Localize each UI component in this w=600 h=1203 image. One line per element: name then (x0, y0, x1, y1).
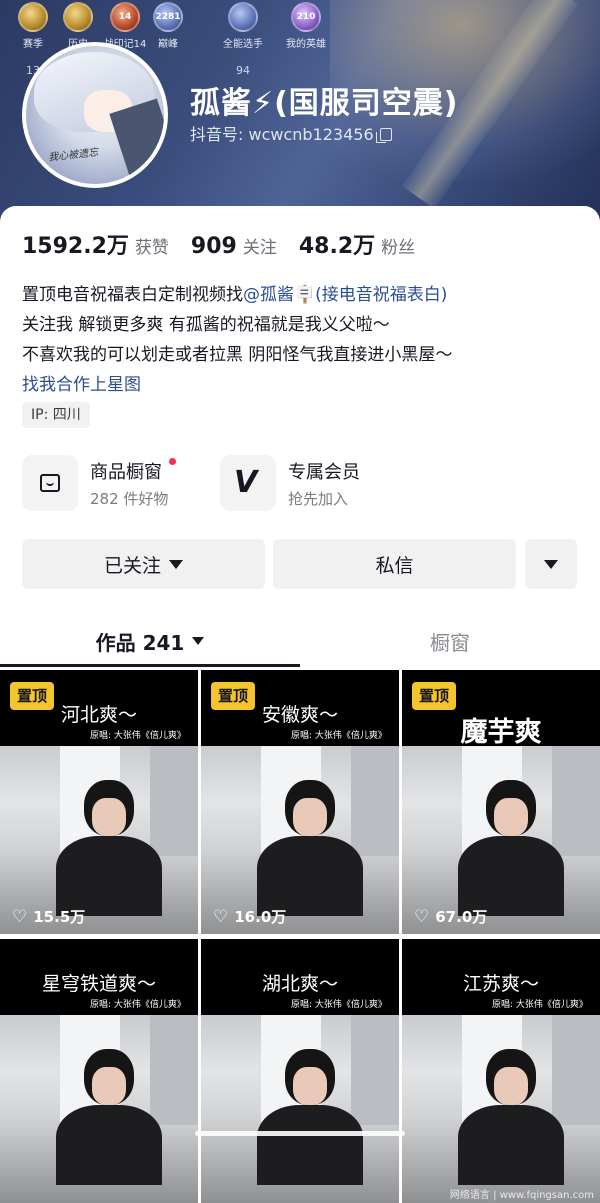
video-tile[interactable]: 江苏爽～ 原唱: 大张伟《倍儿爽》 网络语言 | www.fqingsan.co… (402, 939, 600, 1203)
rank-badge-icon (63, 2, 93, 32)
video-likes: ♡ 15.5万 (12, 906, 86, 927)
video-title: 魔芋爽 (460, 717, 542, 748)
avatar-signature: 我心被遗忘 (47, 147, 99, 164)
video-source: 原唱: 大张伟《倍儿爽》 (291, 1000, 387, 1010)
rank-badge-icon: 2281 (153, 2, 183, 32)
following-label: 已关注 (103, 554, 161, 577)
video-tile[interactable]: 置顶 河北爽～ 原唱: 大张伟《倍儿爽》 ♡ 15.5万 (0, 670, 198, 934)
home-indicator[interactable] (195, 1131, 405, 1136)
stat-label: 粉丝 (381, 238, 416, 258)
following-button[interactable]: 已关注 (22, 539, 265, 589)
video-title: 江苏爽～ (462, 973, 539, 995)
site-watermark: 网络语言 | www.fqingsan.com (449, 1190, 594, 1201)
stat-likes[interactable]: 1592.2万 获赞 (22, 228, 169, 260)
bio-line-2: 关注我 解锁更多爽 有孤酱的祝福就是我义父啦～ (22, 315, 390, 335)
membership-title: 专属会员 (288, 461, 360, 483)
stat-value: 1592.2万 (22, 234, 129, 259)
stat-label: 关注 (242, 238, 277, 258)
caret-down-icon (544, 559, 558, 569)
pinned-badge: 置顶 (412, 682, 457, 710)
video-title: 星穹铁道爽～ (41, 973, 156, 995)
rank-label: 我的英雄 (286, 39, 326, 50)
video-source: 原唱: 大张伟《倍儿爽》 (90, 731, 186, 741)
membership-entry[interactable]: V 专属会员 抢先加入 (220, 454, 360, 512)
video-tile[interactable]: 置顶 魔芋爽 ♡ 67.0万 (402, 670, 600, 934)
message-label: 私信 (375, 554, 414, 577)
profile-bio: 置顶电音祝福表白定制视频找@孤酱🪧(接电音祝福表白) 关注我 解锁更多爽 有孤酱… (22, 280, 582, 400)
shop-window-entry[interactable]: 商品橱窗 282 件好物 (22, 454, 177, 512)
message-button[interactable]: 私信 (273, 539, 516, 589)
video-title: 湖北爽～ (261, 973, 338, 995)
stat-followers[interactable]: 48.2万 粉丝 (299, 228, 415, 260)
avatar-coat (109, 98, 164, 184)
rank-badge-icon: 14 (110, 2, 140, 32)
video-tile[interactable]: 湖北爽～ 原唱: 大张伟《倍儿爽》 (201, 939, 399, 1203)
ip-location-tag: IP: 四川 (22, 402, 90, 428)
rank-label: 全能选手 (223, 39, 263, 50)
profile-stats: 1592.2万 获赞 909 关注 48.2万 粉丝 (22, 228, 437, 260)
caret-down-icon (192, 637, 205, 645)
membership-subtitle: 抢先加入 (288, 489, 349, 508)
notification-dot-icon (169, 457, 177, 465)
stat-value: 909 (190, 234, 237, 259)
bio-star-map-link[interactable]: 找我合作上星图 (22, 370, 582, 400)
video-title: 河北爽～ (60, 704, 137, 726)
video-tile[interactable]: 置顶 安徽爽～ 原唱: 大张伟《倍儿爽》 ♡ 16.0万 (201, 670, 399, 934)
rank-num: 94 (236, 64, 250, 77)
tab-shop-label: 橱窗 (430, 630, 470, 655)
shop-window-title: 商品橱窗 (90, 457, 177, 484)
caret-down-icon (169, 559, 183, 569)
rank-item-allround[interactable]: 全能选手 94 (213, 2, 273, 77)
tab-shop-window[interactable]: 橱窗 (300, 616, 600, 666)
bio-text: 置顶电音祝福表白定制视频找 (22, 285, 243, 305)
rank-item-peak[interactable]: 2281 巅峰 (138, 2, 198, 50)
video-tile[interactable]: 星穹铁道爽～ 原唱: 大张伟《倍儿爽》 (0, 939, 198, 1203)
copy-icon[interactable] (375, 128, 392, 143)
heart-icon: ♡ (414, 906, 430, 927)
rank-item-my-hero[interactable]: 210 我的英雄 (276, 2, 336, 50)
vip-v-icon: V (220, 455, 276, 511)
video-likes: ♡ 67.0万 (414, 906, 488, 927)
tab-works[interactable]: 作品 241 (0, 616, 300, 666)
more-dropdown-button[interactable] (525, 539, 577, 589)
video-source: 原唱: 大张伟《倍儿爽》 (492, 1000, 588, 1010)
bio-mention-link[interactable]: @孤酱🪧(接电音祝福表白) (243, 285, 447, 305)
heart-icon: ♡ (213, 906, 229, 927)
video-source: 原唱: 大张伟《倍儿爽》 (90, 1000, 186, 1010)
shopping-bag-icon (22, 455, 78, 511)
bio-line-1: 置顶电音祝福表白定制视频找@孤酱🪧(接电音祝福表白) (22, 280, 582, 310)
profile-nickname: 孤酱⚡(国服司空震) (190, 86, 459, 121)
video-source: 原唱: 大张伟《倍儿爽》 (291, 731, 387, 741)
bio-line-3: 不喜欢我的可以划走或者拉黑 阴阳怪气我直接进小黑屋～ (22, 345, 453, 365)
rank-badge-icon (228, 2, 258, 32)
shop-window-subtitle: 282 件好物 (90, 489, 169, 508)
rank-badge-icon: 210 (291, 2, 321, 32)
tab-active-underline (0, 664, 300, 667)
tab-works-label: 作品 241 (95, 630, 185, 655)
profile-tabs: 作品 241 橱窗 (0, 616, 600, 670)
stat-value: 48.2万 (298, 234, 376, 259)
avatar[interactable]: 我心被遗忘 (22, 42, 168, 188)
stat-following[interactable]: 909 关注 (191, 233, 277, 259)
heart-icon: ♡ (12, 906, 28, 927)
stat-label: 获赞 (134, 238, 169, 258)
profile-card: 1592.2万 获赞 909 关注 48.2万 粉丝 置顶电音祝福表白定制视频找@孤酱… (0, 206, 600, 1203)
douyin-id[interactable]: 抖音号: wcwcnb123456 (190, 121, 392, 145)
video-title: 安徽爽～ (261, 704, 338, 726)
video-likes: ♡ 16.0万 (213, 906, 287, 927)
rank-badge-icon (18, 2, 48, 32)
douyin-id-text: 抖音号: wcwcnb123456 (190, 125, 374, 144)
rank-label: 巅峰 (158, 39, 178, 50)
